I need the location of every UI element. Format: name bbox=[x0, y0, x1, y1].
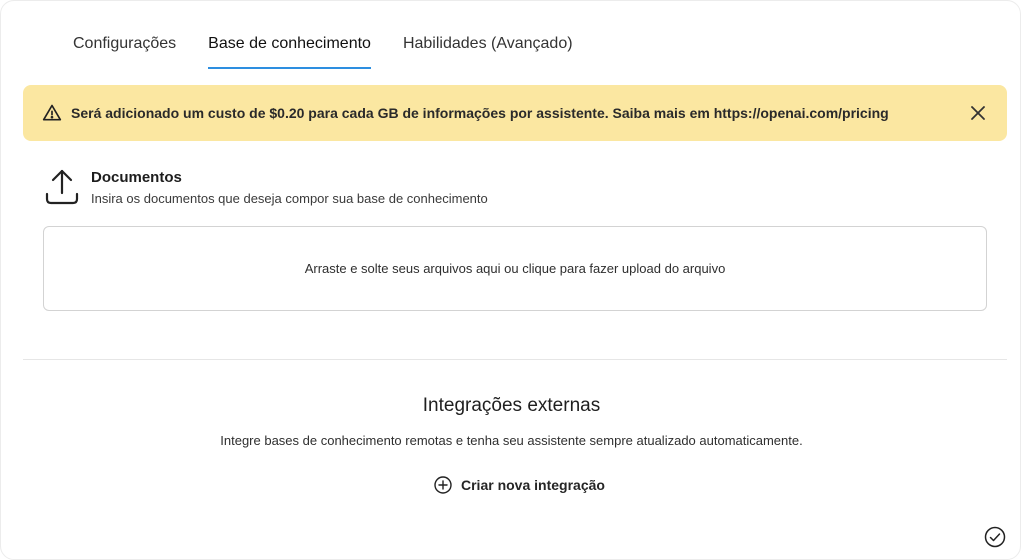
pricing-alert: Será adicionado um custo de $0.20 para c… bbox=[23, 85, 1007, 141]
plus-circle-icon bbox=[434, 476, 452, 494]
section-divider bbox=[23, 359, 1007, 360]
check-circle-icon[interactable] bbox=[984, 526, 1006, 548]
close-icon[interactable] bbox=[963, 98, 993, 128]
integrations-title: Integrações externas bbox=[422, 395, 601, 416]
file-dropzone[interactable]: Arraste e solte seus arquivos aqui ou cl… bbox=[43, 226, 987, 311]
upload-icon bbox=[45, 167, 79, 207]
tab-habilidades[interactable]: Habilidades (Avançado) bbox=[403, 25, 573, 69]
create-integration-button[interactable]: Criar nova integração bbox=[434, 475, 605, 495]
dropzone-text: Arraste e solte seus arquivos aqui ou cl… bbox=[304, 261, 726, 276]
alert-message: Será adicionado um custo de $0.20 para c… bbox=[71, 105, 889, 121]
tab-base-de-conhecimento[interactable]: Base de conhecimento bbox=[208, 25, 371, 69]
warning-icon bbox=[41, 102, 63, 124]
tab-configuracoes[interactable]: Configurações bbox=[73, 25, 176, 69]
knowledge-base-panel: Configurações Base de conhecimento Habil… bbox=[0, 0, 1021, 560]
documents-description: Insira os documentos que deseja compor s… bbox=[91, 191, 488, 206]
create-integration-label: Criar nova integração bbox=[461, 477, 605, 493]
integrations-description: Integre bases de conhecimento remotas e … bbox=[220, 433, 803, 448]
tab-bar: Configurações Base de conhecimento Habil… bbox=[73, 25, 573, 69]
documents-title: Documentos bbox=[91, 169, 182, 186]
documents-section: Documentos Insira os documentos que dese… bbox=[45, 167, 488, 207]
